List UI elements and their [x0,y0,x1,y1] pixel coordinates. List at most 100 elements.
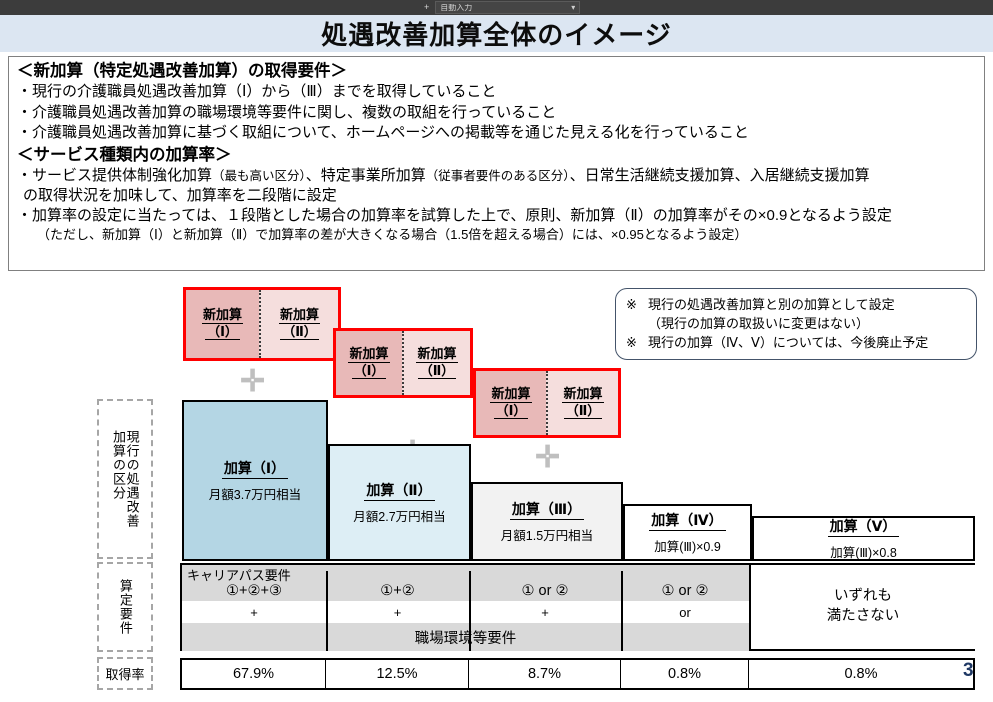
new-kasan-1-tier1: 新加算 （Ⅰ） [186,290,260,358]
side-label-rate-text: 取得率 [105,667,145,682]
plus-icon-3: ✛ [535,441,561,474]
side-label-calc-text: 算定要件 [117,579,133,635]
tier-2-sub: 月額2.7万円相当 [353,510,446,524]
tier-3-label: 加算（Ⅲ） [509,499,585,520]
tier-box-1: 加算（Ⅰ） 月額3.7万円相当 [182,400,328,561]
req-col-0-joiner: + [250,604,258,620]
page-number: 3 [963,660,974,681]
rate-cell-0: 67.9% [182,660,326,688]
bullet-marker: ・ [17,123,33,141]
req-col-3-career: ① or ② [661,582,709,599]
bullet-marker: ・ [17,167,33,185]
req-col-2-joiner: + [541,604,549,620]
section1-bullet-2-text: 介護職員処遇改善加算に基づく取組について、ホームページへの掲載等を通じた見える化… [32,123,749,141]
s2b0-e: 、日常生活継続支援加算、入居継続支援加算 [569,167,870,185]
new-kasan-3-tier2: 新加算 （Ⅱ） [546,371,618,435]
requirements-textbox: ＜新加算（特定処遇改善加算）の取得要件＞ ・現行の介護職員処遇改善加算（Ⅰ）から… [8,56,985,271]
rate-cell-2: 8.7% [469,660,621,688]
toolbar-controls: + 自動入力 ▾ [424,0,614,15]
tier-3-sub: 月額1.5万円相当 [500,529,594,543]
new-kasan-2-tier2: 新加算 （Ⅱ） [402,331,470,395]
add-tab-icon[interactable]: + [424,3,429,12]
req-col-0-career: ①+②+③ [226,582,282,599]
slide-root: + 自動入力 ▾ 処遇改善加算全体のイメージ ＜新加算（特定処遇改善加算）の取得… [0,0,993,702]
section2-bullet-0: ・サービス提供体制強化加算（最も高い区分）、特定事業所加算（従事者要件のある区分… [17,166,976,186]
req-divider-3 [621,571,623,651]
req-none-line-1: いずれも [834,588,892,605]
bullet-marker: ・ [17,207,33,225]
new-kasan-2-tier1: 新加算 （Ⅰ） [336,331,402,395]
note-balloon: ※ 現行の処遇改善加算と別の加算として設定 （現行の加算の取扱いに変更はない） ※… [615,288,977,360]
new-kasan-group-3: 新加算 （Ⅰ） 新加算 （Ⅱ） [473,368,621,438]
tier-box-2: 加算（Ⅱ） 月額2.7万円相当 [328,444,471,561]
side-label-acquisition-rate: 取得率 [97,657,153,690]
section1-heading: ＜新加算（特定処遇改善加算）の取得要件＞ [17,62,347,80]
side-label-col2: 加算の区分 [111,430,126,500]
req-none-line-2: 満たさない [826,608,900,624]
note-line-2: （現行の加算の取扱いに変更はない） [626,314,966,333]
section2-bullet-0-cont: の取得状況を加味して、加算率を二段階に設定 [23,187,337,205]
environment-band: 職場環境等要件 [182,623,749,651]
nk3-t1-bottom: （Ⅰ） [493,402,529,420]
s2b0-b: （最も高い区分） [212,169,306,184]
note-line-1-text: 現行の処遇改善加算と別の加算として設定 [648,297,895,312]
autofill-select-value: 自動入力 [440,3,473,12]
rate-cell-3: 0.8% [621,660,749,688]
req-divider-1 [326,571,328,651]
req-col-1-joiner: + [393,604,402,620]
s2b0-d: （従事者要件のある区分） [425,169,570,184]
nk3-t2-bottom: （Ⅱ） [563,402,603,420]
tier-5-label: 加算（Ⅴ） [827,516,900,537]
tier-box-3: 加算（Ⅲ） 月額1.5万円相当 [471,482,623,561]
section1-bullet-2: ・介護職員処遇改善加算に基づく取組について、ホームページへの掲載等を通じた見える… [17,123,976,143]
nk3-t1-top: 新加算 [490,385,532,403]
chevron-down-icon: ▾ [571,3,576,12]
req-no-requirement-cell: いずれも 満たさない [749,565,975,649]
rate-cell-4: 0.8% [844,666,878,682]
nk1-t2-bottom: （Ⅱ） [280,323,319,341]
acquisition-rate-row: 67.9% 12.5% 8.7% 0.8% 0.8% [180,658,975,690]
tier-4-label: 加算（Ⅳ） [649,510,726,531]
nk2-t1-bottom: （Ⅰ） [351,362,387,380]
rate-cell-1: 12.5% [326,660,469,688]
note-line-3: ※ 現行の加算（Ⅳ、Ⅴ）については、今後廃止予定 [626,333,966,352]
side-label-calc-requirements: 算定要件 [97,562,153,652]
note-marker-icon: ※ [626,335,637,351]
nk1-t2-top: 新加算 [279,306,321,324]
note-line-1: ※ 現行の処遇改善加算と別の加算として設定 [626,295,966,314]
nk1-t1-bottom: （Ⅰ） [205,323,240,341]
new-kasan-group-1: 新加算 （Ⅰ） 新加算 （Ⅱ） [183,287,341,361]
section1-bullet-0-text: 現行の介護職員処遇改善加算（Ⅰ）から（Ⅲ）までを取得していること [32,83,497,101]
nk1-t1-top: 新加算 [202,306,244,324]
nk2-t2-top: 新加算 [416,345,458,363]
note-line-2-text: （現行の加算の取扱いに変更はない） [648,316,870,332]
new-kasan-1-tier2: 新加算 （Ⅱ） [259,290,338,358]
tier-1-label: 加算（Ⅰ） [221,458,289,479]
req-col-1-career: ①+② [380,582,415,599]
side-label-current-classification: 現行の処遇改善 加算の区分 [97,399,153,559]
section2-bullet-1-text: 加算率の設定に当たっては、１段階とした場合の加算率を試算した上で、原則、新加算（… [32,207,892,225]
side-label-col1: 現行の処遇改善 [124,430,140,528]
section1-bullet-1: ・介護職員処遇改善加算の職場環境等要件に関し、複数の取組を行っていること [17,103,976,123]
section2-bullet-1-subnote: （ただし、新加算（Ⅰ）と新加算（Ⅱ）で加算率の差が大きくなる場合（1.5倍を超え… [37,227,748,243]
s2b0-c: 、特定事業所加算 [305,167,426,185]
bullet-marker: ・ [17,83,33,101]
new-kasan-3-tier1: 新加算 （Ⅰ） [476,371,546,435]
section1-bullet-0: ・現行の介護職員処遇改善加算（Ⅰ）から（Ⅲ）までを取得していること [17,82,976,102]
bullet-marker: ・ [17,103,33,121]
requirements-grid: キャリアパス要件 職場環境等要件 ①+②+③ + ①+② + ① or ② + … [180,563,975,651]
note-line-3-text: 現行の加算（Ⅳ、Ⅴ）については、今後廃止予定 [648,335,929,351]
tier-2-label: 加算（Ⅱ） [364,480,435,501]
note-marker-icon: ※ [626,297,637,312]
plus-icon-1: ✛ [240,365,266,398]
tier-5-sub: 加算(Ⅲ)×0.8 [830,546,897,560]
autofill-select[interactable]: 自動入力 ▾ [435,1,581,14]
section2-heading: ＜サービス種類内の加算率＞ [17,145,232,164]
nk2-t1-top: 新加算 [348,345,390,363]
section1-bullet-1-text: 介護職員処遇改善加算の職場環境等要件に関し、複数の取組を行っていること [32,103,557,121]
s2b0-a: サービス提供体制強化加算 [32,167,213,185]
nk3-t2-top: 新加算 [562,385,604,403]
tier-4-sub: 加算(Ⅲ)×0.9 [654,540,721,554]
nk2-t2-bottom: （Ⅱ） [417,362,457,380]
tier-1-sub: 月額3.7万円相当 [208,488,302,502]
